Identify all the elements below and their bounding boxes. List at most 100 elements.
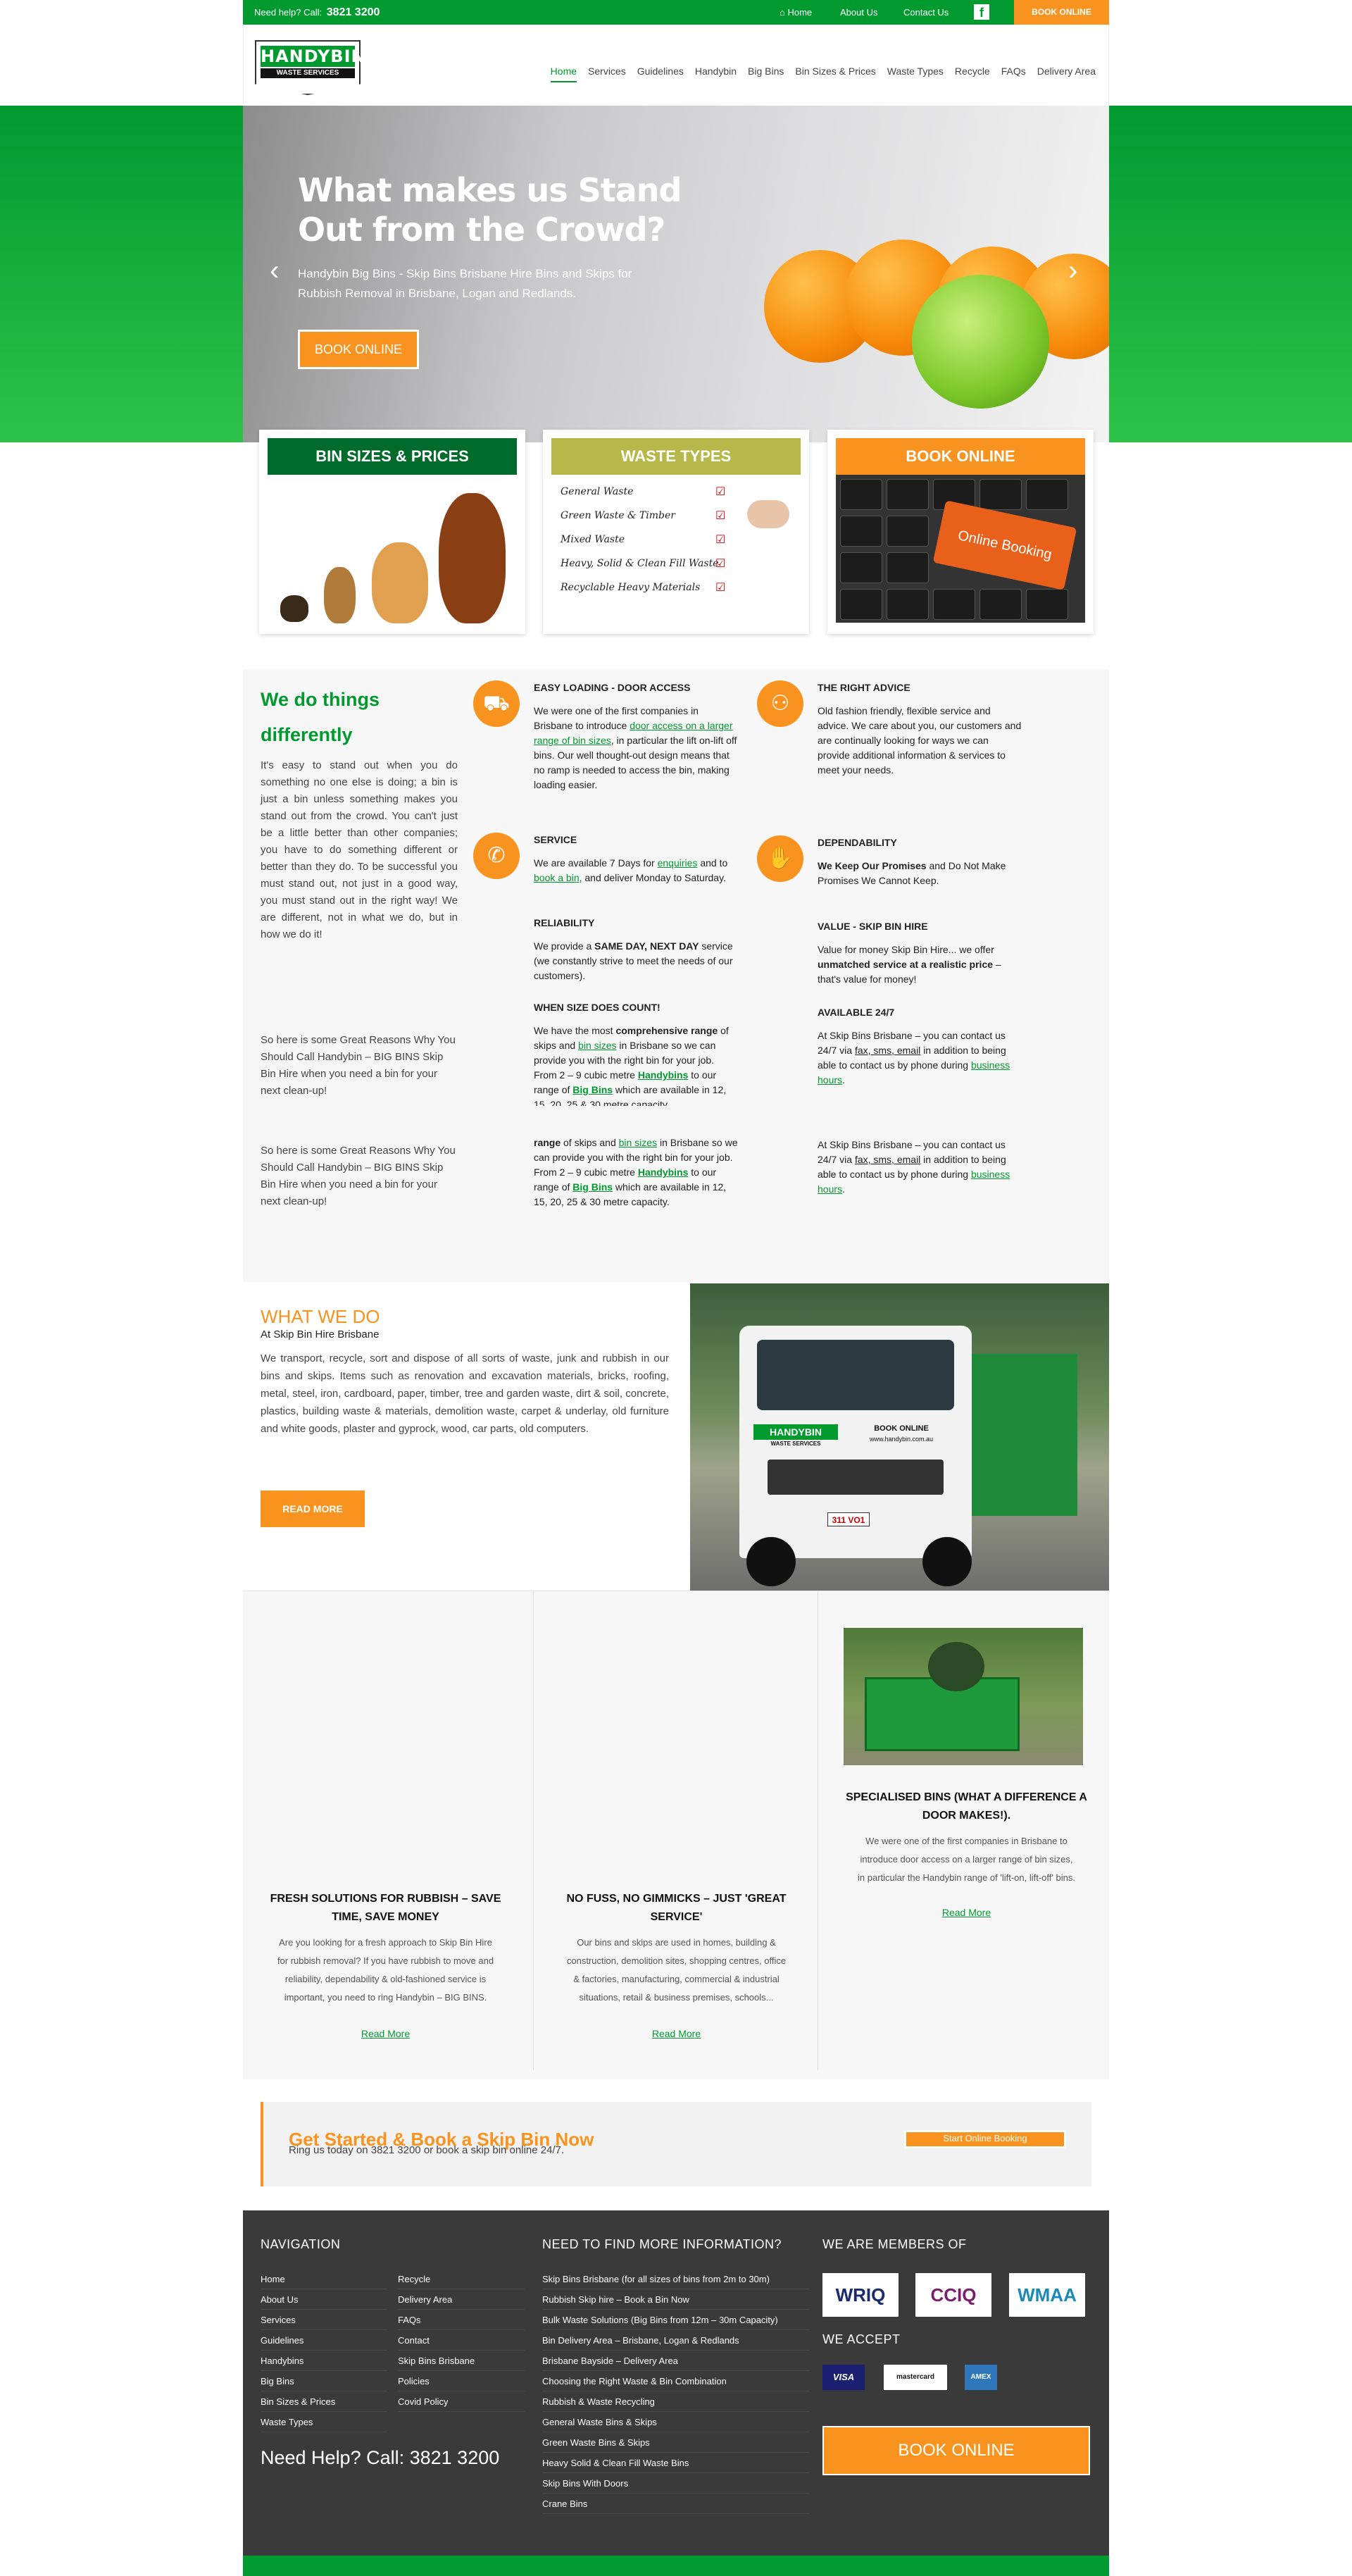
feature-text: , and deliver Monday to Saturday.: [579, 872, 726, 883]
enquiries-link[interactable]: enquiries: [658, 857, 698, 869]
big-bins-link[interactable]: Big Bins: [572, 1084, 613, 1095]
nav-big-bins[interactable]: Big Bins: [748, 66, 784, 82]
start-online-booking-button[interactable]: Start Online Booking: [904, 2130, 1066, 2148]
slider-prev-icon[interactable]: ‹: [270, 255, 279, 287]
top-book-online-button[interactable]: BOOK ONLINE: [1014, 0, 1109, 25]
main-nav: Home Services Guidelines Handybin Big Bi…: [539, 66, 1096, 82]
info-column: NO FUSS, NO GIMMICKS – JUST 'GREAT SERVI…: [533, 1591, 818, 2070]
footer-nav-link[interactable]: About Us: [261, 2289, 387, 2310]
nav-guidelines[interactable]: Guidelines: [637, 66, 684, 82]
facebook-icon[interactable]: f: [974, 4, 989, 20]
book-a-bin-link[interactable]: book a bin: [534, 872, 580, 883]
logo-subtitle: WASTE SERVICES: [261, 68, 355, 78]
nav-recycle[interactable]: Recycle: [955, 66, 990, 82]
footer-info-link[interactable]: Bulk Waste Solutions (Big Bins from 12m …: [542, 2310, 810, 2330]
slider-next-icon[interactable]: ›: [1068, 255, 1077, 287]
box-book-online[interactable]: BOOK ONLINE Online Booking: [827, 430, 1094, 634]
dog-image: [324, 567, 356, 623]
bin-sizes-link[interactable]: bin sizes: [578, 1040, 616, 1051]
footer-info-link[interactable]: Green Waste Bins & Skips: [542, 2432, 810, 2453]
footer-nav-link[interactable]: Bin Sizes & Prices: [261, 2391, 387, 2412]
footer-info-link[interactable]: Brisbane Bayside – Delivery Area: [542, 2351, 810, 2371]
footer-nav-link[interactable]: Covid Policy: [398, 2391, 525, 2412]
footer-info-link[interactable]: Skip Bins With Doors: [542, 2473, 810, 2494]
handybins-link[interactable]: Handybins: [638, 1069, 689, 1081]
waste-item: Recyclable Heavy Materials: [561, 582, 701, 593]
footer-info-link[interactable]: Skip Bins Brisbane (for all sizes of bin…: [542, 2269, 810, 2289]
top-link-about[interactable]: About Us: [840, 7, 877, 18]
footer-info-link[interactable]: Crane Bins: [542, 2494, 810, 2514]
read-more-link[interactable]: Read More: [824, 1907, 1109, 1918]
footer-nav-link[interactable]: FAQs: [398, 2310, 525, 2330]
box-waste-types[interactable]: WASTE TYPES General Waste Green Waste & …: [543, 430, 809, 634]
top-link-contact[interactable]: Contact Us: [903, 7, 949, 18]
keyboard-image: Online Booking: [836, 475, 1085, 623]
footer-nav-link[interactable]: Policies: [398, 2371, 525, 2391]
read-more-button[interactable]: READ MORE: [261, 1491, 365, 1527]
footer-nav-link[interactable]: Contact: [398, 2330, 525, 2351]
nav-handybin[interactable]: Handybin: [695, 66, 737, 82]
read-more-link[interactable]: Read More: [243, 2028, 528, 2039]
cta-banner: Get Started & Book a Skip Bin Now Ring u…: [261, 2102, 1091, 2186]
nav-delivery-area[interactable]: Delivery Area: [1037, 66, 1096, 82]
read-more-link[interactable]: Read More: [534, 2028, 819, 2039]
footer-nav-link[interactable]: Big Bins: [261, 2371, 387, 2391]
truck-windscreen: [757, 1340, 954, 1410]
feature-text: and to: [697, 857, 728, 869]
visa-card-icon: VISA: [822, 2365, 865, 2390]
feature-title: EASY LOADING - DOOR ACCESS: [534, 682, 691, 693]
bin-sizes-link[interactable]: bin sizes: [619, 1137, 657, 1148]
help-phone-number[interactable]: 3821 3200: [327, 6, 380, 18]
footer-book-online-button[interactable]: BOOK ONLINE: [822, 2426, 1090, 2475]
nav-waste-types[interactable]: Waste Types: [887, 66, 944, 82]
feature-title: THE RIGHT ADVICE: [818, 682, 910, 693]
feature-bold: range: [534, 1137, 561, 1148]
footer-nav-link[interactable]: Recycle: [398, 2269, 525, 2289]
footer-info-link[interactable]: General Waste Bins & Skips: [542, 2412, 810, 2432]
nav-services[interactable]: Services: [588, 66, 626, 82]
footer-nav-link[interactable]: Guidelines: [261, 2330, 387, 2351]
nav-bin-sizes[interactable]: Bin Sizes & Prices: [795, 66, 875, 82]
help-label: Need help? Call:: [254, 7, 323, 18]
feature-text: We provide a: [534, 940, 595, 952]
fax-sms-email-link[interactable]: fax, sms, email: [855, 1045, 920, 1056]
column-text: Our bins and skips are used in homes, bu…: [566, 1937, 787, 2003]
box-bin-sizes[interactable]: BIN SIZES & PRICES: [259, 430, 525, 634]
nav-faqs[interactable]: FAQs: [1001, 66, 1026, 82]
footer-info-link[interactable]: Rubbish Skip hire – Book a Bin Now: [542, 2289, 810, 2310]
footer-help-phone[interactable]: Need Help? Call: 3821 3200: [261, 2447, 499, 2469]
footer-info-link[interactable]: Bin Delivery Area – Brisbane, Logan & Re…: [542, 2330, 810, 2351]
footer-nav-link[interactable]: Delivery Area: [398, 2289, 525, 2310]
cciq-logo: CCIQ: [915, 2273, 991, 2317]
wmaa-logo: WMAA: [1009, 2273, 1085, 2317]
cta-text: Ring us today on 3821 3200 or book a ski…: [289, 2144, 565, 2156]
hero-book-online-button[interactable]: BOOK ONLINE: [298, 330, 419, 369]
wriq-logo: WRIQ: [822, 2273, 899, 2317]
feature-service: SERVICE We are available 7 Days for enqu…: [534, 833, 738, 885]
feature-text: We are available 7 Days for: [534, 857, 658, 869]
fax-sms-email-link[interactable]: fax, sms, email: [855, 1154, 920, 1165]
nav-home[interactable]: Home: [550, 66, 577, 82]
feature-advice: THE RIGHT ADVICE Old fashion friendly, f…: [818, 680, 1022, 778]
handybins-link[interactable]: Handybins: [638, 1166, 689, 1178]
feature-bold: comprehensive range: [615, 1025, 718, 1036]
feature-title: SERVICE: [534, 834, 577, 845]
truck-image: HANDYBIN WASTE SERVICES BOOK ONLINE www.…: [690, 1283, 1109, 1591]
differently-heading: We do things differently: [261, 689, 380, 745]
feature-bold: We Keep Our Promises: [818, 860, 927, 871]
hand-pen-image: [747, 500, 789, 528]
differently-section: We do things differently It's easy to st…: [243, 669, 1109, 1282]
top-link-home[interactable]: ⌂ Home: [780, 7, 812, 18]
footer-members-title: WE ARE MEMBERS OF: [822, 2237, 967, 2251]
footer-nav-link[interactable]: Handybins: [261, 2351, 387, 2371]
footer-nav-link[interactable]: Waste Types: [261, 2412, 387, 2432]
feature-text: .: [842, 1183, 845, 1195]
footer-info-link[interactable]: Heavy Solid & Clean Fill Waste Bins: [542, 2453, 810, 2473]
footer-info-link[interactable]: Rubbish & Waste Recycling: [542, 2391, 810, 2412]
big-bins-link[interactable]: Big Bins: [572, 1181, 613, 1193]
footer-nav-link[interactable]: Services: [261, 2310, 387, 2330]
footer-nav-link[interactable]: Home: [261, 2269, 387, 2289]
footer-info-link[interactable]: Choosing the Right Waste & Bin Combinati…: [542, 2371, 810, 2391]
handybin-logo[interactable]: HANDYBIN WASTE SERVICES: [255, 40, 361, 95]
footer-nav-link[interactable]: Skip Bins Brisbane: [398, 2351, 525, 2371]
